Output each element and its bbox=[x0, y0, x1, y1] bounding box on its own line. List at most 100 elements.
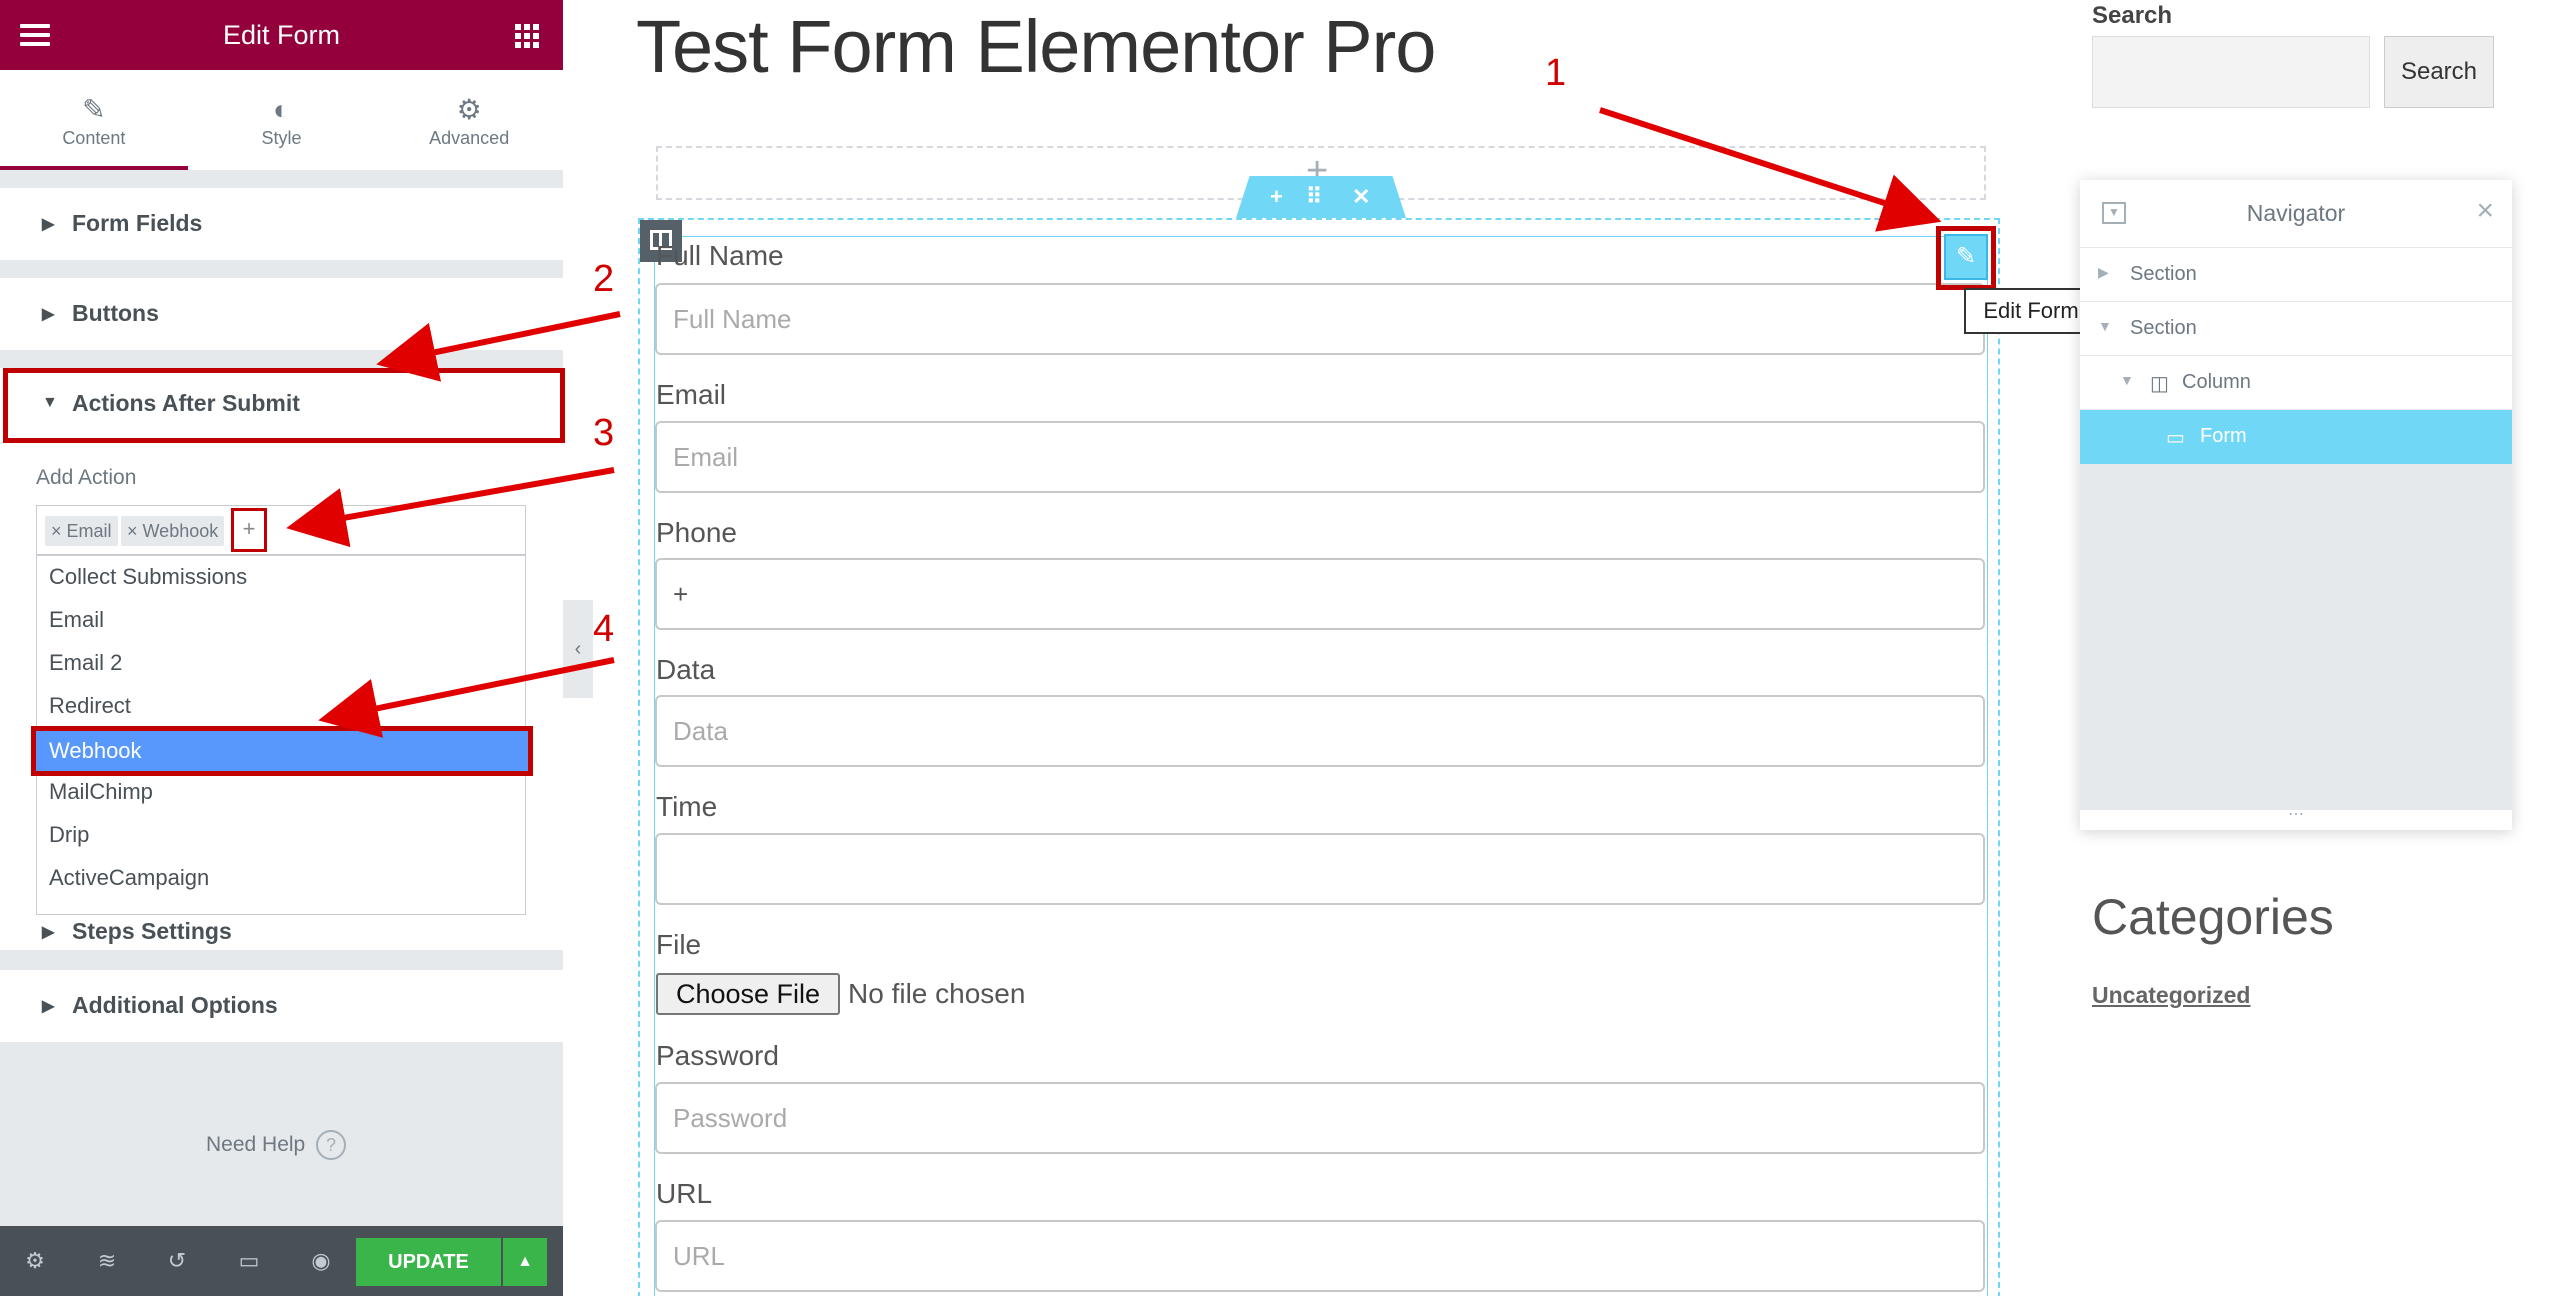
navigator-item-label: Form bbox=[2200, 425, 2247, 447]
dropdown-option-label: Webhook bbox=[36, 731, 528, 771]
caret-right-icon: ▶ bbox=[42, 998, 55, 1015]
section-handle: + ⠿ ✕ bbox=[1236, 176, 1406, 218]
collapse-panel-button[interactable]: ‹ bbox=[563, 600, 593, 698]
tab-content[interactable]: ✎ Content bbox=[0, 70, 188, 170]
field-label-url: URL bbox=[656, 1178, 713, 1209]
tab-label: Content bbox=[62, 128, 126, 148]
navigator-title: Navigator bbox=[2246, 200, 2346, 226]
field-label-password: Password bbox=[656, 1040, 779, 1071]
search-input[interactable] bbox=[2092, 36, 2370, 108]
edit-form-tooltip: Edit Form bbox=[1964, 288, 2098, 334]
navigator-item-section[interactable]: ▶ Section bbox=[2080, 248, 2512, 302]
widgets-grid-icon[interactable] bbox=[515, 24, 539, 48]
dropdown-option[interactable]: Email bbox=[49, 607, 104, 633]
caret-up-icon[interactable]: ▲ bbox=[503, 1238, 547, 1286]
navigator-item-section[interactable]: ▼ Section bbox=[2080, 302, 2512, 356]
need-help-link[interactable]: Need Help bbox=[206, 1133, 305, 1157]
tab-style[interactable]: ◐ Style bbox=[188, 70, 376, 170]
search-button[interactable]: Search bbox=[2384, 36, 2494, 108]
annotation-highlight-box bbox=[3, 368, 565, 443]
file-status: No file chosen bbox=[848, 978, 1026, 1009]
dropdown-option[interactable]: ActiveCampaign bbox=[49, 865, 209, 891]
settings-icon[interactable]: ⚙ bbox=[20, 1248, 50, 1274]
dropdown-option[interactable]: Collect Submissions bbox=[49, 564, 247, 590]
step-number: 4 bbox=[593, 608, 615, 650]
tab-advanced[interactable]: ⚙ Advanced bbox=[375, 70, 563, 170]
field-label-file: File bbox=[656, 929, 702, 960]
navigator-panel: ▼ Navigator × ▶ Section ▼ Section ▼ ◫ Co… bbox=[2080, 180, 2512, 830]
layers-icon[interactable]: ≋ bbox=[92, 1248, 122, 1274]
panel-title: Edit Form bbox=[222, 20, 341, 50]
full-name-input[interactable]: Full Name bbox=[655, 283, 1985, 355]
field-label-time: Time bbox=[656, 791, 718, 822]
section-buttons[interactable]: ▶ Buttons bbox=[0, 278, 563, 350]
actions-dropdown: Collect Submissions Email Email 2 Redire… bbox=[31, 555, 533, 915]
step-number: 3 bbox=[593, 412, 615, 454]
data-input[interactable]: Data bbox=[655, 695, 1985, 767]
step-number: 1 bbox=[1545, 52, 1567, 94]
action-tag-email[interactable]: × Email bbox=[45, 516, 118, 546]
email-input[interactable]: Email bbox=[655, 421, 1985, 493]
navigator-item-form[interactable]: ▭ Form bbox=[2080, 410, 2512, 464]
help-icon[interactable]: ? bbox=[316, 1130, 346, 1160]
choose-file-button[interactable]: Choose File bbox=[656, 973, 840, 1015]
dropdown-option[interactable]: Redirect bbox=[49, 693, 131, 719]
section-steps-settings[interactable]: ▶ Steps Settings bbox=[0, 918, 563, 950]
panel-footer: ⚙ ≋ ↺ ▭ ◉ UPDATE ▲ bbox=[0, 1226, 563, 1296]
field-label-data: Data bbox=[656, 654, 716, 685]
actions-select[interactable]: × Email × Webhook + bbox=[36, 505, 526, 555]
responsive-icon[interactable]: ▭ bbox=[234, 1248, 264, 1274]
caret-right-icon[interactable]: ▶ bbox=[2098, 264, 2109, 281]
close-icon[interactable]: × bbox=[2476, 194, 2494, 228]
tab-label: Advanced bbox=[429, 128, 510, 148]
section-label: Buttons bbox=[72, 300, 159, 326]
categories-widget-title: Categories bbox=[2092, 889, 2334, 945]
caret-right-icon: ▶ bbox=[42, 216, 55, 233]
dropdown-option-webhook[interactable]: Webhook bbox=[31, 726, 533, 776]
add-action-button[interactable]: + bbox=[231, 508, 267, 552]
search-widget-title: Search bbox=[2092, 2, 2173, 29]
section-label: Form Fields bbox=[72, 210, 203, 236]
pencil-icon: ✎ bbox=[82, 94, 106, 125]
panel-header: Edit Form bbox=[0, 0, 563, 70]
eye-icon[interactable]: ◉ bbox=[306, 1248, 336, 1274]
caret-down-icon[interactable]: ▼ bbox=[2120, 372, 2134, 388]
drag-icon[interactable]: ⠿ bbox=[1306, 184, 1322, 210]
step-number: 2 bbox=[593, 258, 615, 300]
gear-icon: ⚙ bbox=[456, 94, 482, 125]
field-label-full-name: Full Name bbox=[656, 240, 784, 271]
caret-right-icon: ▶ bbox=[42, 924, 55, 941]
navigator-item-column[interactable]: ▼ ◫ Column bbox=[2080, 356, 2512, 410]
section-label: Additional Options bbox=[72, 992, 278, 1018]
edit-form-pencil-icon[interactable]: ✎ bbox=[1944, 234, 1988, 280]
panel-tabs: ✎ Content ◐ Style ⚙ Advanced bbox=[0, 70, 563, 170]
dropdown-option[interactable]: Email 2 bbox=[49, 650, 122, 676]
navigator-item-label: Section bbox=[2130, 317, 2197, 339]
tag-label: Webhook bbox=[142, 521, 219, 541]
history-icon[interactable]: ↺ bbox=[162, 1248, 192, 1274]
action-tag-webhook[interactable]: × Webhook bbox=[121, 516, 225, 546]
field-label-email: Email bbox=[656, 379, 727, 410]
caret-down-icon[interactable]: ▼ bbox=[2098, 318, 2112, 334]
phone-input[interactable]: + bbox=[655, 558, 1985, 630]
tab-label: Style bbox=[261, 128, 302, 148]
section-additional-options[interactable]: ▶ Additional Options bbox=[0, 970, 563, 1042]
category-link[interactable]: Uncategorized bbox=[2092, 982, 2250, 1009]
page-title: Test Form Elementor Pro bbox=[636, 5, 1436, 88]
navigator-item-label: Column bbox=[2182, 371, 2251, 393]
close-icon[interactable]: ✕ bbox=[1352, 184, 1370, 210]
resize-handle-icon[interactable]: ⋯ bbox=[2080, 807, 2512, 830]
caret-right-icon: ▶ bbox=[42, 306, 55, 323]
add-icon[interactable]: + bbox=[1270, 184, 1283, 210]
dropdown-option[interactable]: MailChimp bbox=[49, 779, 153, 805]
update-button[interactable]: UPDATE bbox=[356, 1238, 501, 1286]
navigator-item-label: Section bbox=[2130, 263, 2197, 285]
password-input[interactable]: Password bbox=[655, 1082, 1985, 1154]
url-input[interactable]: URL bbox=[655, 1220, 1985, 1292]
tag-label: Email bbox=[66, 521, 112, 541]
navigator-header: ▼ Navigator × bbox=[2080, 180, 2512, 248]
column-icon: ◫ bbox=[2150, 373, 2169, 395]
section-form-fields[interactable]: ▶ Form Fields bbox=[0, 188, 563, 260]
time-input[interactable] bbox=[655, 833, 1985, 905]
dropdown-option[interactable]: Drip bbox=[49, 822, 89, 848]
